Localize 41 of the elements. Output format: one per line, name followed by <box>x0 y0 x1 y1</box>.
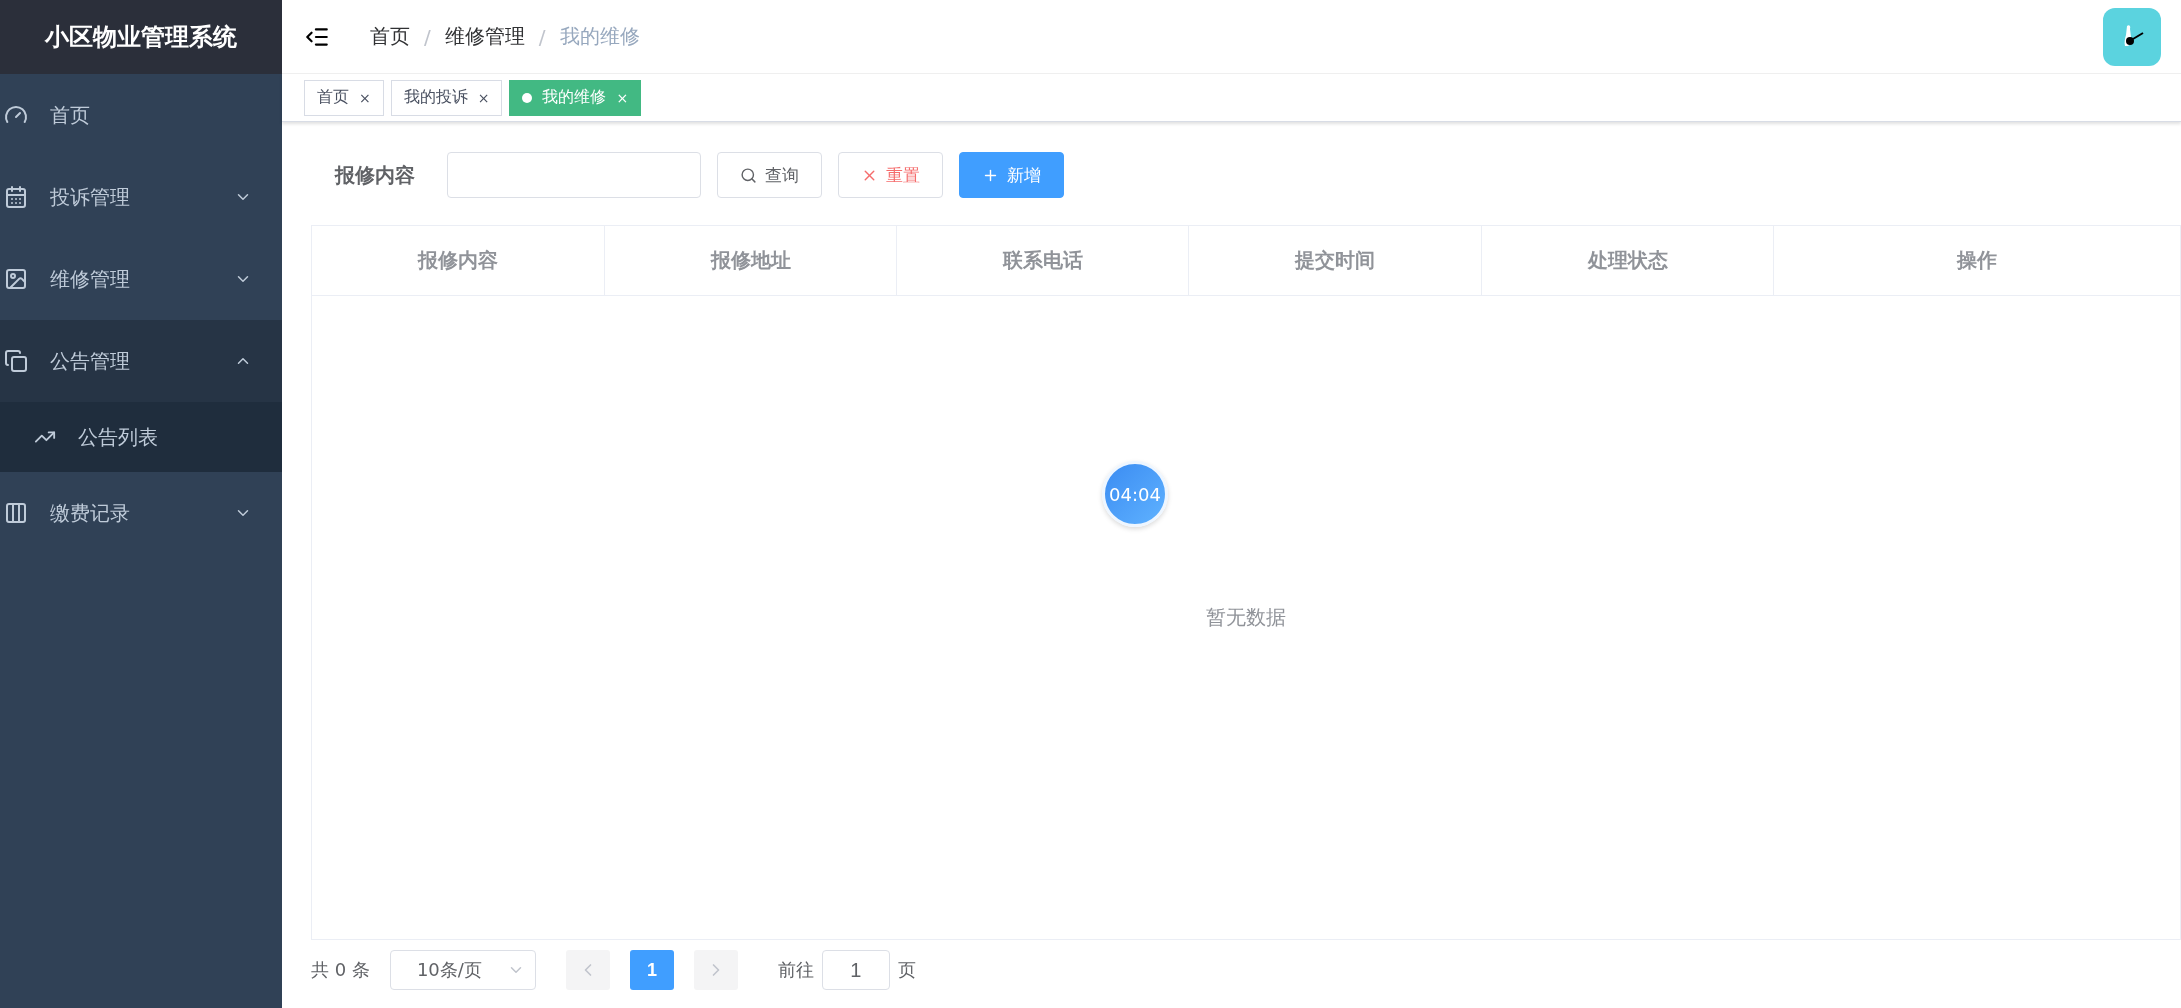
app-title: 小区物业管理系统 <box>0 0 282 74</box>
sidebar-menu-item[interactable]: 投诉管理 <box>0 156 282 238</box>
sidebar-menu-item[interactable]: 缴费记录 <box>0 472 282 554</box>
prev-page-button[interactable] <box>565 950 610 990</box>
goto-page-field[interactable]: 1 <box>821 950 890 990</box>
page-tab[interactable]: 首页 × <box>304 79 384 116</box>
sidebar-submenu-item[interactable]: 公告列表 <box>0 402 282 472</box>
breadcrumb-separator: / <box>538 24 546 49</box>
menu-icon <box>4 267 28 291</box>
sidebar-menu-item[interactable]: 公告管理 <box>0 320 282 402</box>
column-header: 提交时间 <box>1189 226 1482 295</box>
menu-icon <box>4 501 28 525</box>
page-size-select[interactable]: 10条/页 <box>389 950 536 990</box>
next-page-button[interactable] <box>693 950 738 990</box>
goto-label: 前往 <box>777 958 814 982</box>
input-field[interactable] <box>447 152 701 198</box>
sidebar-menu-item[interactable]: 维修管理 <box>0 238 282 320</box>
search-icon <box>740 166 757 184</box>
column-header: 处理状态 <box>1482 226 1774 295</box>
user-avatar[interactable] <box>2103 7 2161 66</box>
breadcrumb-item[interactable]: 首页 <box>370 23 410 50</box>
filter-label: 报修内容 <box>335 161 416 189</box>
search-button[interactable]: 查询 <box>717 152 822 198</box>
breadcrumb-separator: / <box>424 24 431 49</box>
empty-text: 暂无数据 <box>1206 604 1286 631</box>
breadcrumb-item: 我的维修 <box>559 23 640 50</box>
total-count: 共 0 条 <box>311 958 370 982</box>
column-header: 操作 <box>1955 247 1998 274</box>
close-icon[interactable]: × <box>477 89 490 106</box>
breadcrumb-item[interactable]: 维修管理 <box>444 23 525 50</box>
column-header: 报修内容 <box>312 226 605 295</box>
timer-badge: 04:04 <box>1102 461 1168 527</box>
column-header: 联系电话 <box>897 226 1189 295</box>
column-header: 报修地址 <box>605 226 897 295</box>
sidebar-menu-item[interactable]: 首页 <box>0 74 282 156</box>
page-suffix: 页 <box>897 958 916 982</box>
page-tab[interactable]: 我的投诉 × <box>390 79 503 116</box>
menu-icon <box>4 349 28 373</box>
menu-icon <box>4 185 28 209</box>
close-icon[interactable]: × <box>359 89 371 106</box>
active-dot-icon <box>522 92 533 103</box>
